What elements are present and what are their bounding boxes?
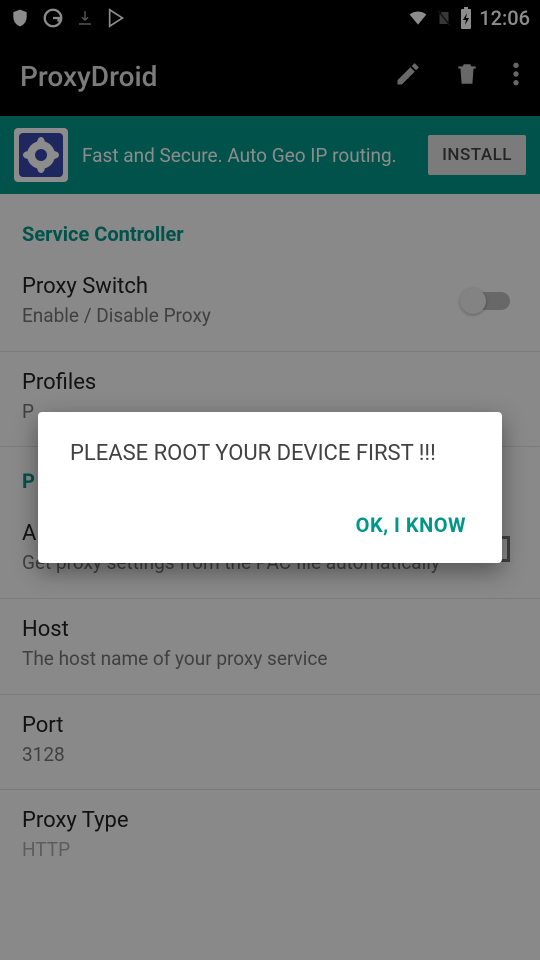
root-warning-dialog: PLEASE ROOT YOUR DEVICE FIRST !!! OK, I … <box>38 412 502 563</box>
dialog-message: PLEASE ROOT YOUR DEVICE FIRST !!! <box>70 440 470 469</box>
dialog-ok-button[interactable]: OK, I KNOW <box>352 505 470 545</box>
dialog-scrim[interactable]: PLEASE ROOT YOUR DEVICE FIRST !!! OK, I … <box>0 0 540 960</box>
